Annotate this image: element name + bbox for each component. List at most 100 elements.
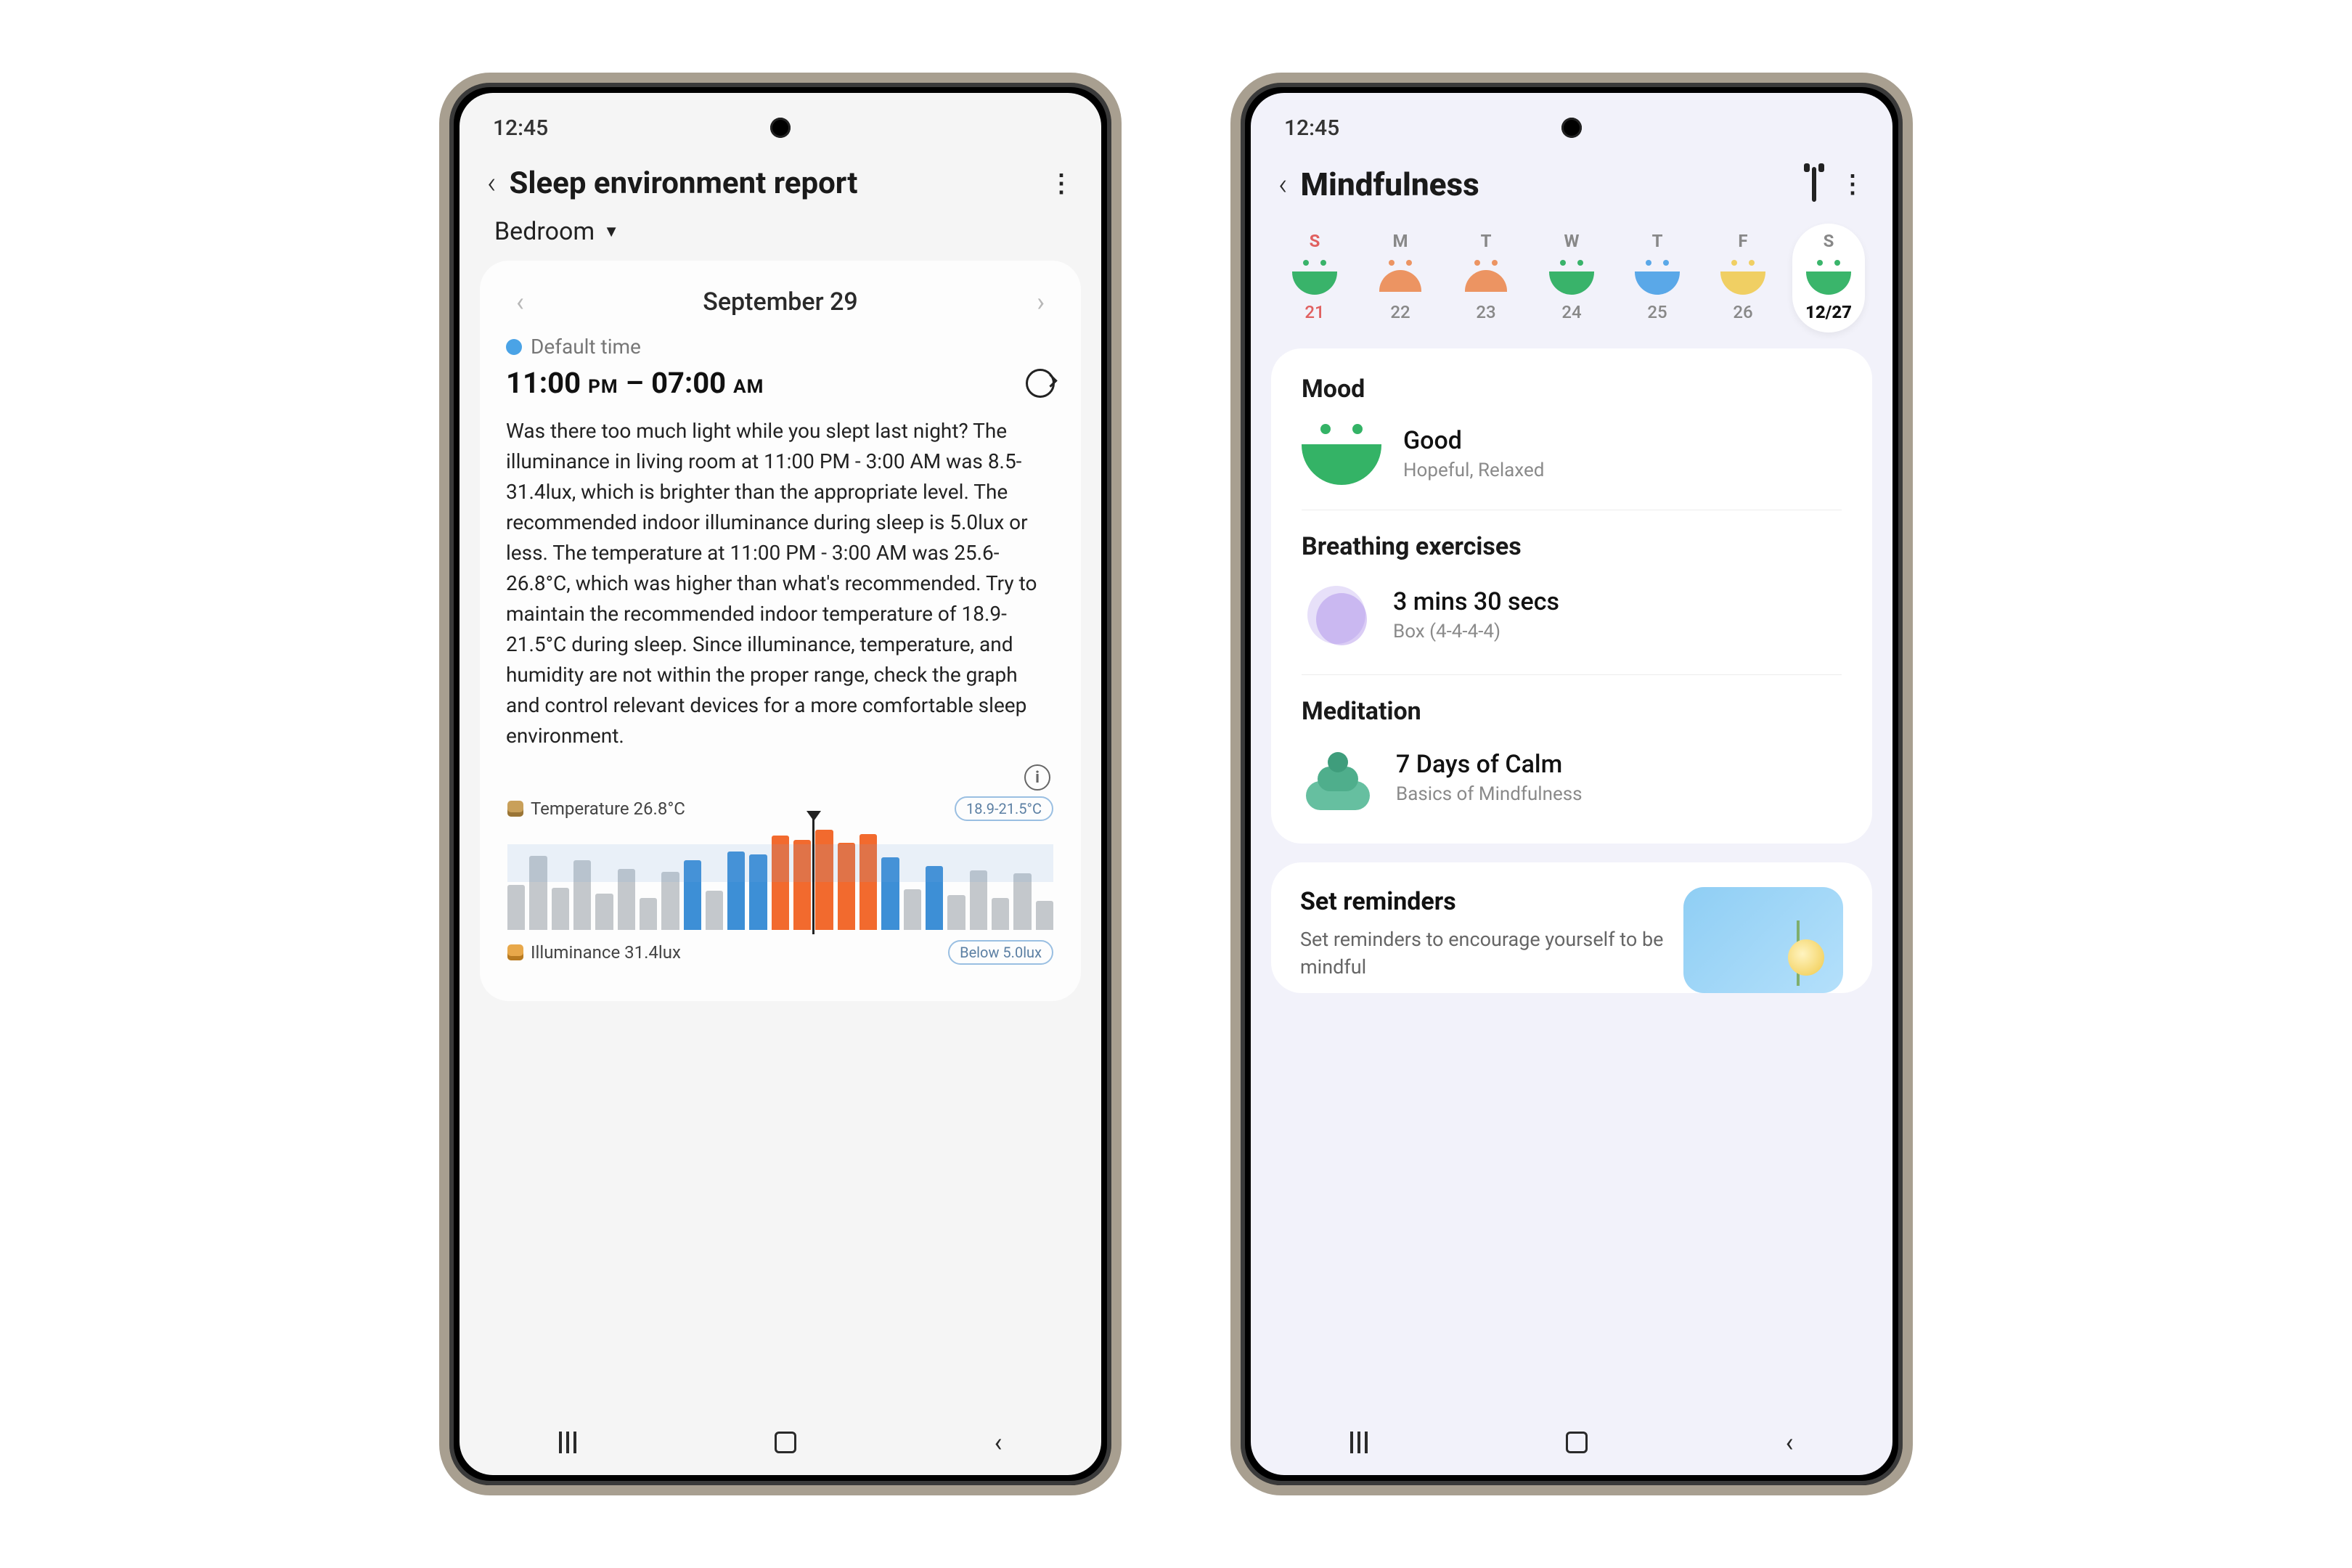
- time-dash: –: [626, 366, 644, 400]
- date-navigator: ‹ September 29 ›: [506, 282, 1055, 335]
- chart-bar[interactable]: [947, 895, 965, 930]
- more-options-icon[interactable]: ⋮: [1042, 169, 1079, 198]
- back-button[interactable]: ‹: [481, 166, 510, 201]
- system-navbar: ‹: [460, 1410, 1101, 1475]
- day-mood-icon: [1635, 258, 1680, 295]
- default-time-label: Default time: [531, 335, 641, 359]
- day-column[interactable]: W 24: [1535, 224, 1608, 332]
- day-number: 23: [1476, 302, 1495, 322]
- day-number: 24: [1561, 302, 1581, 322]
- chart-bar[interactable]: [749, 854, 767, 930]
- room-name: Bedroom: [494, 217, 595, 246]
- day-column[interactable]: F 26: [1707, 224, 1779, 332]
- day-mood-icon: [1806, 258, 1851, 295]
- report-card: ‹ September 29 › Default time 11:00 PM –…: [480, 261, 1081, 1001]
- day-column[interactable]: S12/27: [1792, 224, 1865, 332]
- chart-bar[interactable]: [793, 840, 811, 930]
- day-mood-icon: [1378, 258, 1423, 295]
- chevron-down-icon: ▼: [603, 222, 619, 241]
- day-column[interactable]: M22: [1364, 224, 1437, 332]
- chart-bar[interactable]: [904, 889, 921, 930]
- nav-back-button[interactable]: ‹: [1786, 1427, 1794, 1458]
- nav-back-button[interactable]: ‹: [995, 1427, 1003, 1458]
- chart-bar[interactable]: [595, 894, 613, 930]
- ampm-from: PM: [588, 376, 618, 398]
- chart-bar[interactable]: [640, 898, 657, 930]
- chart-bar[interactable]: [772, 836, 789, 930]
- day-mood-icon: [1549, 258, 1594, 295]
- time-to: 07:00: [651, 366, 726, 400]
- chart-info-row: i: [506, 751, 1055, 793]
- chart-bar[interactable]: [529, 856, 547, 930]
- info-icon[interactable]: i: [1024, 764, 1050, 791]
- meditation-title: 7 Days of Calm: [1396, 750, 1583, 779]
- day-number: 26: [1733, 302, 1752, 322]
- illum-series-icon: [507, 944, 523, 960]
- day-of-week: F: [1738, 231, 1747, 251]
- chart-bar[interactable]: [552, 888, 569, 930]
- chart-bar[interactable]: [881, 857, 899, 930]
- app-header: ‹ Mindfulness ⋮: [1251, 145, 1892, 216]
- nav-home-button[interactable]: [775, 1432, 796, 1453]
- nav-home-button[interactable]: [1566, 1432, 1588, 1453]
- phone-mindfulness: 12:45 ‹ Mindfulness ⋮ S21M22T23W24T25F26…: [1230, 73, 1913, 1495]
- day-of-week: S: [1824, 231, 1834, 251]
- front-camera: [770, 118, 791, 138]
- day-mood-icon: [1292, 258, 1337, 295]
- chart-bar[interactable]: [573, 860, 591, 930]
- chart-bar[interactable]: [661, 872, 679, 930]
- temperature-chart[interactable]: Temperature 26.8°C 18.9-21.5°C Illuminan…: [506, 793, 1055, 979]
- back-button[interactable]: ‹: [1273, 167, 1301, 203]
- reminders-card[interactable]: Set reminders Set reminders to encourage…: [1271, 862, 1872, 993]
- time-range: 11:00 PM – 07:00 AM: [506, 366, 764, 400]
- calendar-button[interactable]: [1795, 169, 1833, 200]
- chart-bar[interactable]: [926, 866, 943, 930]
- day-column[interactable]: S21: [1278, 224, 1351, 332]
- chart-bar[interactable]: [727, 852, 745, 930]
- edit-time-icon[interactable]: [1026, 369, 1055, 398]
- chart-bar[interactable]: [859, 834, 877, 930]
- chart-bar[interactable]: [1013, 873, 1031, 930]
- breathing-item[interactable]: 3 mins 30 secs Box (4-4-4-4): [1302, 580, 1842, 674]
- chart-bar[interactable]: [815, 830, 833, 930]
- illum-label: Illuminance 31.4lux: [531, 942, 681, 963]
- chart-bar[interactable]: [706, 891, 723, 930]
- chart-bar[interactable]: [618, 869, 635, 930]
- chart-bar[interactable]: [507, 885, 525, 930]
- report-body: Was there too much light while you slept…: [506, 416, 1055, 751]
- chart-bar[interactable]: [838, 843, 855, 930]
- day-of-week: M: [1392, 231, 1408, 251]
- nav-recents-button[interactable]: [1350, 1432, 1368, 1453]
- meditation-sub: Basics of Mindfulness: [1396, 783, 1583, 805]
- reminders-title: Set reminders: [1300, 887, 1669, 916]
- room-selector[interactable]: Bedroom ▼: [460, 214, 1101, 261]
- temp-bars[interactable]: [507, 828, 1053, 930]
- temp-label: Temperature 26.8°C: [531, 799, 685, 819]
- calendar-icon: [1812, 167, 1816, 202]
- front-camera: [1561, 118, 1582, 138]
- illum-range-pill: Below 5.0lux: [948, 940, 1053, 965]
- screen: 12:45 ‹ Sleep environment report ⋮ Bedro…: [460, 93, 1101, 1475]
- phone-sleep-report: 12:45 ‹ Sleep environment report ⋮ Bedro…: [439, 73, 1122, 1495]
- screen: 12:45 ‹ Mindfulness ⋮ S21M22T23W24T25F26…: [1251, 93, 1892, 1475]
- breathing-icon: [1302, 580, 1371, 650]
- more-options-icon[interactable]: ⋮: [1833, 170, 1871, 199]
- day-of-week: W: [1564, 231, 1580, 251]
- chart-bar[interactable]: [1036, 901, 1053, 930]
- breathing-pattern: Box (4-4-4-4): [1393, 621, 1559, 642]
- next-day-button[interactable]: ›: [1029, 287, 1052, 317]
- chart-bar[interactable]: [970, 870, 987, 930]
- mood-item[interactable]: Good Hopeful, Relaxed: [1302, 422, 1842, 510]
- system-navbar: ‹: [1251, 1410, 1892, 1475]
- divider: [1302, 674, 1842, 675]
- chart-cursor[interactable]: [812, 817, 814, 934]
- chart-bar[interactable]: [992, 898, 1009, 930]
- nav-recents-button[interactable]: [559, 1432, 576, 1453]
- day-column[interactable]: T25: [1621, 224, 1694, 332]
- prev-day-button[interactable]: ‹: [509, 287, 531, 317]
- meditation-icon: [1302, 745, 1374, 810]
- chart-bar[interactable]: [684, 860, 701, 930]
- breathing-duration: 3 mins 30 secs: [1393, 587, 1559, 616]
- meditation-item[interactable]: 7 Days of Calm Basics of Mindfulness: [1302, 745, 1842, 835]
- day-column[interactable]: T23: [1450, 224, 1522, 332]
